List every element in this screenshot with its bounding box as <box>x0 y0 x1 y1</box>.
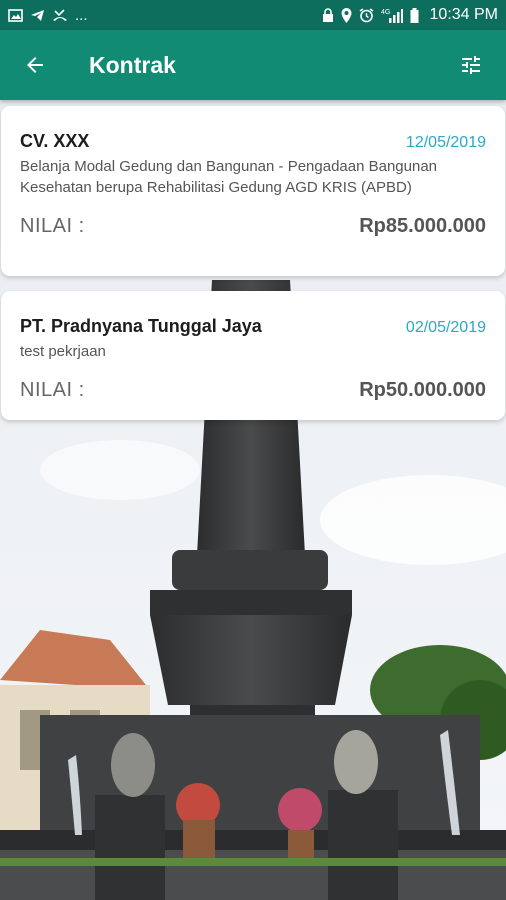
contract-date: 02/05/2019 <box>405 319 486 336</box>
card-header: PT. Pradnyana Tunggal Jaya 02/05/2019 <box>20 316 486 337</box>
missed-call-icon <box>53 8 67 21</box>
contract-description: test pekrjaan <box>20 343 106 360</box>
nilai-value: Rp50.000.000 <box>359 379 486 401</box>
location-icon <box>341 7 352 23</box>
filter-button[interactable] <box>436 30 506 100</box>
tune-icon <box>462 56 480 74</box>
svg-text:4G: 4G <box>381 9 390 16</box>
card-header: CV. XXX 12/05/2019 <box>20 131 486 152</box>
company-name: CV. XXX <box>20 131 90 151</box>
status-bar-left: ... <box>8 7 88 24</box>
battery-icon <box>410 7 419 23</box>
nilai-row: NILAI : Rp50.000.000 <box>20 379 486 402</box>
lock-icon <box>322 8 333 22</box>
back-button[interactable] <box>0 30 70 100</box>
contract-description: Belanja Modal Gedung dan Bangunan - Peng… <box>20 158 438 196</box>
app-bar: Kontrak <box>0 30 506 100</box>
nilai-label: NILAI : <box>20 215 85 237</box>
telegram-icon <box>31 9 44 21</box>
status-more: ... <box>75 6 88 24</box>
nilai-value: Rp85.000.000 <box>359 215 486 237</box>
nilai-row: NILAI : Rp85.000.000 <box>20 215 486 238</box>
company-name: PT. Pradnyana Tunggal Jaya <box>20 316 262 336</box>
contract-card[interactable]: CV. XXX 12/05/2019 Belanja Modal Gedung … <box>1 106 505 276</box>
status-bar: ... 4G 10:34 PM <box>0 0 506 30</box>
nilai-label: NILAI : <box>20 379 85 401</box>
contract-date: 12/05/2019 <box>405 134 486 151</box>
contract-card[interactable]: PT. Pradnyana Tunggal Jaya 02/05/2019 te… <box>1 291 505 420</box>
4g-signal-icon: 4G <box>381 8 403 23</box>
image-icon <box>8 8 23 22</box>
status-time: 10:34 PM <box>429 6 498 23</box>
alarm-icon <box>359 7 373 22</box>
arrow-left-icon <box>27 57 43 73</box>
status-bar-right: 4G 10:34 PM <box>322 6 498 24</box>
page-title: Kontrak <box>89 51 176 78</box>
